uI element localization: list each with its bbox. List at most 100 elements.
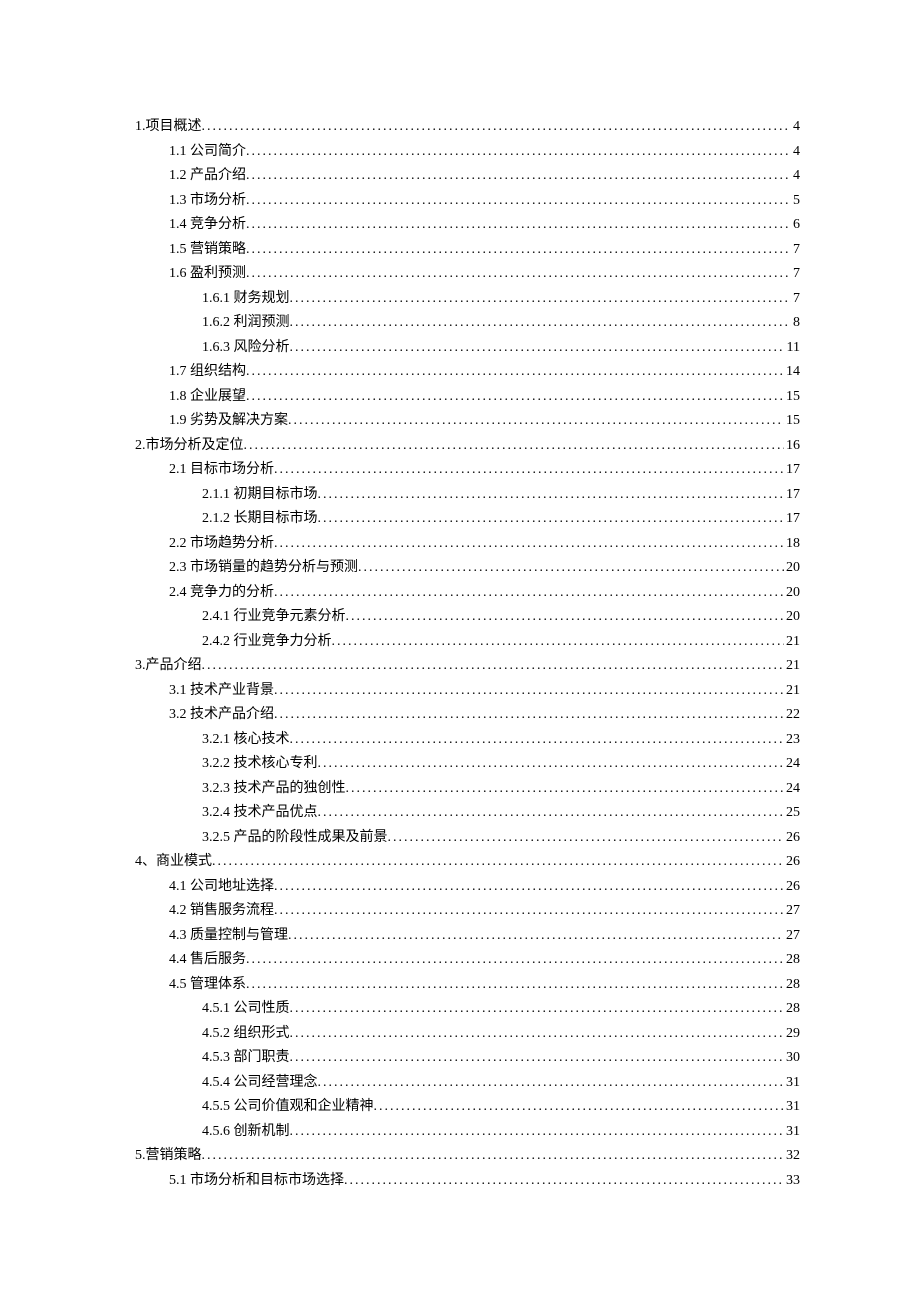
toc-entry[interactable]: 2.1 目标市场分析17 bbox=[135, 458, 800, 483]
toc-entry[interactable]: 2.4.1 行业竞争元素分析 20 bbox=[135, 605, 800, 630]
toc-entry-title: 5.营销策略 bbox=[135, 1144, 202, 1169]
toc-entry-title: 1.9 劣势及解决方案 bbox=[169, 409, 288, 434]
toc-entry[interactable]: 4.5.2 组织形式29 bbox=[135, 1022, 800, 1047]
toc-entry[interactable]: 4.1 公司地址选择 26 bbox=[135, 875, 800, 900]
toc-entry-title: 3.2.1 核心技术 bbox=[202, 728, 290, 753]
toc-entry-page: 7 bbox=[791, 238, 800, 263]
toc-entry-page: 22 bbox=[784, 703, 800, 728]
toc-leader-dots bbox=[290, 997, 785, 1022]
toc-entry[interactable]: 3.1 技术产业背景21 bbox=[135, 679, 800, 704]
toc-entry-title: 4.5.6 创新机制 bbox=[202, 1120, 290, 1145]
toc-entry-page: 25 bbox=[784, 801, 800, 826]
toc-entry[interactable]: 4.5.3 部门职责30 bbox=[135, 1046, 800, 1071]
toc-entry[interactable]: 2.4.2 行业竞争力分析21 bbox=[135, 630, 800, 655]
toc-entry[interactable]: 2.2 市场趋势分析18 bbox=[135, 532, 800, 557]
toc-entry-title: 4.1 公司地址选择 bbox=[169, 875, 274, 900]
toc-entry[interactable]: 1.项目概述4 bbox=[135, 115, 800, 140]
toc-entry[interactable]: 1.6.3 风险分析11 bbox=[135, 336, 800, 361]
toc-entry-page: 18 bbox=[784, 532, 800, 557]
toc-entry[interactable]: 1.5 营销策略 7 bbox=[135, 238, 800, 263]
toc-entry-title: 3.1 技术产业背景 bbox=[169, 679, 274, 704]
toc-leader-dots bbox=[290, 728, 785, 753]
toc-leader-dots bbox=[202, 1144, 785, 1169]
toc-entry-page: 23 bbox=[784, 728, 800, 753]
toc-leader-dots bbox=[246, 385, 784, 410]
toc-entry-page: 28 bbox=[784, 948, 800, 973]
document-page: 1.项目概述41.1 公司简介41.2 产品介绍41.3 市场分析51.4 竞争… bbox=[0, 0, 920, 1302]
toc-entry[interactable]: 4.5 管理体系28 bbox=[135, 973, 800, 998]
toc-leader-dots bbox=[318, 1071, 785, 1096]
toc-entry-page: 31 bbox=[784, 1120, 800, 1145]
toc-entry-page: 14 bbox=[784, 360, 800, 385]
toc-leader-dots bbox=[274, 458, 784, 483]
toc-leader-dots bbox=[274, 581, 784, 606]
toc-entry-page: 20 bbox=[784, 581, 800, 606]
toc-entry[interactable]: 1.4 竞争分析 6 bbox=[135, 213, 800, 238]
toc-entry[interactable]: 1.7 组织结构 14 bbox=[135, 360, 800, 385]
toc-entry-title: 1.5 营销策略 bbox=[169, 238, 246, 263]
toc-entry-page: 4 bbox=[791, 140, 800, 165]
toc-entry[interactable]: 4.5.5 公司价值观和企业精神31 bbox=[135, 1095, 800, 1120]
toc-entry-page: 6 bbox=[791, 213, 800, 238]
toc-entry[interactable]: 1.8 企业展望15 bbox=[135, 385, 800, 410]
toc-entry[interactable]: 3.2.5 产品的阶段性成果及前景26 bbox=[135, 826, 800, 851]
toc-entry-title: 2.市场分析及定位 bbox=[135, 434, 244, 459]
toc-entry-title: 5.1 市场分析和目标市场选择 bbox=[169, 1169, 344, 1194]
toc-entry[interactable]: 4.2 销售服务流程27 bbox=[135, 899, 800, 924]
toc-entry-page: 4 bbox=[791, 164, 800, 189]
toc-leader-dots bbox=[246, 948, 784, 973]
toc-entry[interactable]: 1.6.1 财务规划7 bbox=[135, 287, 800, 312]
toc-entry-title: 1.3 市场分析 bbox=[169, 189, 246, 214]
toc-entry-title: 4.3 质量控制与管理 bbox=[169, 924, 288, 949]
toc-entry-title: 3.2.3 技术产品的独创性 bbox=[202, 777, 346, 802]
toc-entry[interactable]: 5.1 市场分析和目标市场选择 33 bbox=[135, 1169, 800, 1194]
toc-entry[interactable]: 2.3 市场销量的趋势分析与预测20 bbox=[135, 556, 800, 581]
toc-entry[interactable]: 3.2.3 技术产品的独创性24 bbox=[135, 777, 800, 802]
toc-entry-title: 2.4.1 行业竞争元素分析 bbox=[202, 605, 346, 630]
toc-entry[interactable]: 4.3 质量控制与管理27 bbox=[135, 924, 800, 949]
toc-entry[interactable]: 2.市场分析及定位 16 bbox=[135, 434, 800, 459]
toc-entry[interactable]: 3.2.2 技术核心专利24 bbox=[135, 752, 800, 777]
toc-entry-page: 15 bbox=[784, 409, 800, 434]
toc-entry-page: 26 bbox=[784, 875, 800, 900]
toc-entry-title: 1.7 组织结构 bbox=[169, 360, 246, 385]
toc-entry-title: 1.4 竞争分析 bbox=[169, 213, 246, 238]
toc-entry-title: 2.1 目标市场分析 bbox=[169, 458, 274, 483]
toc-entry[interactable]: 3.2.4 技术产品优点25 bbox=[135, 801, 800, 826]
toc-entry[interactable]: 1.2 产品介绍 4 bbox=[135, 164, 800, 189]
toc-entry[interactable]: 2.4 竞争力的分析20 bbox=[135, 581, 800, 606]
toc-leader-dots bbox=[244, 434, 785, 459]
toc-entry[interactable]: 4.4 售后服务 28 bbox=[135, 948, 800, 973]
toc-entry-title: 1.项目概述 bbox=[135, 115, 202, 140]
toc-entry-page: 31 bbox=[784, 1095, 800, 1120]
toc-entry-title: 1.2 产品介绍 bbox=[169, 164, 246, 189]
toc-entry[interactable]: 5.营销策略32 bbox=[135, 1144, 800, 1169]
toc-entry-page: 20 bbox=[784, 605, 800, 630]
toc-leader-dots bbox=[290, 336, 785, 361]
toc-entry-page: 33 bbox=[784, 1169, 800, 1194]
toc-leader-dots bbox=[274, 899, 784, 924]
toc-entry[interactable]: 4.5.6 创新机制 31 bbox=[135, 1120, 800, 1145]
toc-entry[interactable]: 3.2.1 核心技术 23 bbox=[135, 728, 800, 753]
toc-entry[interactable]: 4.5.4 公司经营理念31 bbox=[135, 1071, 800, 1096]
toc-entry-page: 16 bbox=[784, 434, 800, 459]
toc-entry[interactable]: 1.6.2 利润预测8 bbox=[135, 311, 800, 336]
toc-entry[interactable]: 1.1 公司简介4 bbox=[135, 140, 800, 165]
toc-entry-title: 3.产品介绍 bbox=[135, 654, 202, 679]
toc-leader-dots bbox=[246, 164, 791, 189]
toc-entry[interactable]: 2.1.2 长期目标市场17 bbox=[135, 507, 800, 532]
toc-entry[interactable]: 4.5.1 公司性质28 bbox=[135, 997, 800, 1022]
toc-entry[interactable]: 3.产品介绍21 bbox=[135, 654, 800, 679]
toc-entry[interactable]: 1.6 盈利预测7 bbox=[135, 262, 800, 287]
toc-entry[interactable]: 4、商业模式26 bbox=[135, 850, 800, 875]
toc-leader-dots bbox=[318, 507, 785, 532]
toc-leader-dots bbox=[212, 850, 784, 875]
toc-entry[interactable]: 3.2 技术产品介绍22 bbox=[135, 703, 800, 728]
toc-leader-dots bbox=[346, 605, 785, 630]
toc-leader-dots bbox=[246, 360, 784, 385]
toc-entry[interactable]: 2.1.1 初期目标市场17 bbox=[135, 483, 800, 508]
toc-entry-title: 4.4 售后服务 bbox=[169, 948, 246, 973]
toc-entry[interactable]: 1.9 劣势及解决方案 15 bbox=[135, 409, 800, 434]
toc-entry[interactable]: 1.3 市场分析5 bbox=[135, 189, 800, 214]
toc-entry-title: 4.5 管理体系 bbox=[169, 973, 246, 998]
